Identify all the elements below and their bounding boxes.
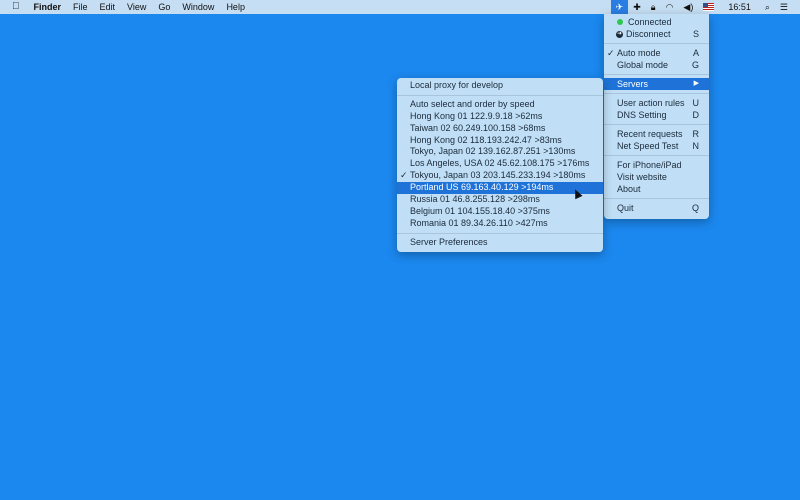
shortcut: R [692, 129, 700, 139]
about-label: About [617, 184, 641, 194]
servers-item[interactable]: Servers ▶ [604, 78, 709, 90]
menu-bar:  Finder File Edit View Go Window Help ✈… [0, 0, 800, 14]
shortcut: U [692, 98, 700, 108]
global-mode-item[interactable]: Global mode G [604, 59, 709, 71]
server-preferences-label: Server Preferences [410, 236, 488, 247]
shortcut: S [692, 29, 699, 39]
auto-mode-item[interactable]: ✓ Auto mode A [604, 47, 709, 59]
website-label: Visit website [617, 172, 667, 182]
server-item[interactable]: Los Angeles, USA 02 45.62.108.175 >176ms [397, 158, 603, 170]
disconnect-label: Disconnect [626, 29, 671, 39]
separator [604, 40, 709, 47]
user-rules-label: User action rules [617, 98, 685, 108]
auto-select-item[interactable]: Auto select and order by speed [397, 99, 603, 111]
search-icon[interactable]: ⌕ [760, 0, 775, 14]
separator [397, 92, 603, 99]
submenu-arrow-icon: ▶ [693, 80, 699, 87]
servers-label: Servers [617, 79, 649, 89]
auto-select-label: Auto select and order by speed [410, 98, 535, 109]
status-connected: Connected [604, 16, 709, 28]
menu-finder[interactable]: Finder [28, 0, 68, 14]
list-icon[interactable]: ☰ [775, 0, 800, 14]
arrow-circle-icon: ➜ [616, 30, 623, 38]
server-preferences-item[interactable]: Server Preferences [397, 237, 603, 249]
server-label: Hong Kong 01 122.9.9.18 >62ms [410, 110, 543, 121]
website-item[interactable]: Visit website [604, 171, 709, 183]
separator [604, 121, 709, 128]
separator [397, 230, 603, 237]
checkmark-icon: ✓ [607, 48, 615, 58]
connected-dot-icon [617, 19, 623, 25]
dns-label: DNS Setting [617, 110, 667, 120]
speed-label: Net Speed Test [617, 141, 679, 151]
dns-item[interactable]: DNS Setting D [604, 109, 709, 121]
shortcut: G [691, 60, 699, 70]
shortcut: Q [691, 203, 699, 213]
wifi-icon[interactable]: ◠ [661, 0, 679, 14]
auto-mode-label: Auto mode [617, 48, 661, 58]
server-label: Taiwan 02 60.249.100.158 >68ms [410, 122, 546, 133]
server-label: Belgium 01 104.155.18.40 >375ms [410, 205, 550, 216]
server-label: Portland US 69.163.40.129 >194ms [410, 182, 554, 193]
apple-menu-icon[interactable]:  [0, 0, 28, 14]
separator [604, 71, 709, 78]
server-label: Hong Kong 02 118.193.242.47 >83ms [410, 134, 562, 145]
server-label: Tokyou, Japan 03 203.145.233.194 >180ms [410, 170, 586, 181]
clock[interactable]: 16:51 [719, 0, 760, 14]
about-item[interactable]: About [604, 183, 709, 195]
quit-label: Quit [617, 203, 634, 213]
connected-label: Connected [628, 17, 672, 27]
separator [604, 90, 709, 97]
server-item[interactable]: Tokyo, Japan 02 139.162.87.251 >130ms [397, 146, 603, 158]
separator [604, 195, 709, 202]
server-label: Romania 01 89.34.26.110 >427ms [410, 217, 548, 228]
server-item[interactable]: Taiwan 02 60.249.100.158 >68ms [397, 123, 603, 135]
recent-requests-item[interactable]: Recent requests R [604, 128, 709, 140]
servers-submenu: Local proxy for develop Auto select and … [397, 78, 603, 252]
server-item[interactable]: Romania 01 89.34.26.110 >427ms [397, 218, 603, 230]
server-label: Los Angeles, USA 02 45.62.108.175 >176ms [410, 158, 590, 169]
proxy-menu: Connected ➜ Disconnect S ✓ Auto mode A Globa… [604, 14, 709, 219]
volume-icon[interactable]: ◀) [678, 0, 698, 14]
server-label: Tokyo, Japan 02 139.162.87.251 >130ms [410, 146, 576, 157]
global-mode-label: Global mode [617, 60, 669, 70]
server-label: Russia 01 46.8.255.128 >298ms [410, 194, 540, 205]
shortcut: D [692, 110, 700, 120]
disconnect-item[interactable]: ➜ Disconnect S [604, 28, 709, 40]
server-item[interactable]: Belgium 01 104.155.18.40 >375ms [397, 206, 603, 218]
menu-view[interactable]: View [121, 0, 152, 14]
server-item[interactable]: Hong Kong 02 118.193.242.47 >83ms [397, 135, 603, 147]
us-flag-icon[interactable] [698, 0, 719, 14]
local-proxy-label: Local proxy for develop [410, 80, 504, 90]
menu-go[interactable]: Go [152, 0, 176, 14]
menu-help[interactable]: Help [220, 0, 251, 14]
menu-edit[interactable]: Edit [94, 0, 122, 14]
lock-icon[interactable]: 🔒︎ [646, 0, 661, 14]
server-item[interactable]: Russia 01 46.8.255.128 >298ms [397, 194, 603, 206]
user-rules-item[interactable]: User action rules U [604, 97, 709, 109]
menu-window[interactable]: Window [176, 0, 220, 14]
recent-label: Recent requests [617, 129, 683, 139]
iphone-item[interactable]: For iPhone/iPad [604, 159, 709, 171]
shortcut: A [692, 48, 699, 58]
server-item-selected[interactable]: ✓ Tokyou, Japan 03 203.145.233.194 >180ms [397, 170, 603, 182]
menu-file[interactable]: File [67, 0, 94, 14]
separator [604, 152, 709, 159]
speed-test-item[interactable]: Net Speed Test N [604, 140, 709, 152]
checkmark-icon: ✓ [400, 170, 408, 181]
shortcut: N [692, 141, 700, 151]
local-proxy-item[interactable]: Local proxy for develop [397, 80, 603, 92]
quit-item[interactable]: Quit Q [604, 202, 709, 214]
plus-icon[interactable]: ✚ [628, 0, 646, 14]
server-item[interactable]: Hong Kong 01 122.9.9.18 >62ms [397, 111, 603, 123]
shadowsocks-icon[interactable]: ✈ [610, 0, 629, 14]
iphone-label: For iPhone/iPad [617, 160, 682, 170]
